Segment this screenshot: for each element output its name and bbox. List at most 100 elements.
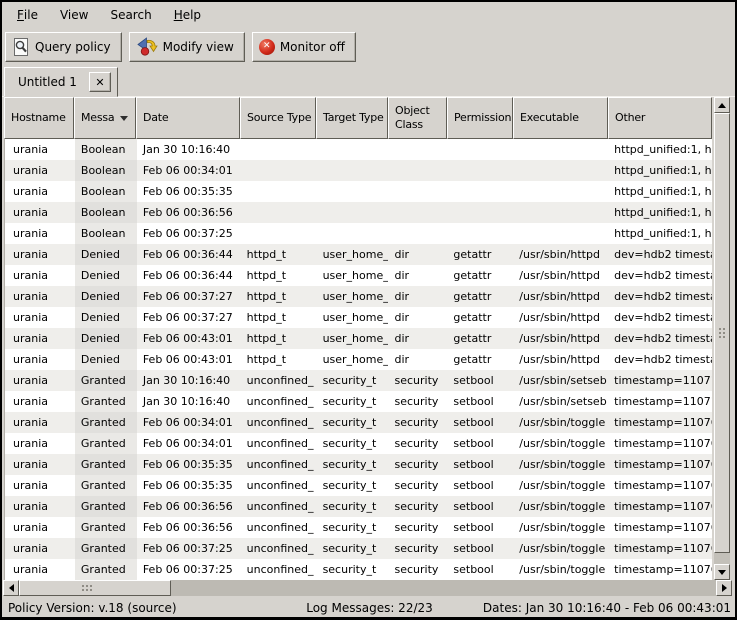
table-row[interactable]: uraniaGrantedFeb 06 00:34:01unconfined_s… <box>5 412 712 433</box>
menu-view[interactable]: View <box>49 2 99 28</box>
table-row[interactable]: uraniaGrantedFeb 06 00:36:56unconfined_s… <box>5 517 712 538</box>
menu-help[interactable]: Help <box>163 2 212 28</box>
table-row[interactable]: uraniaGrantedFeb 06 00:34:01unconfined_s… <box>5 433 712 454</box>
monitor-off-button[interactable]: ✕ Monitor off <box>252 32 356 62</box>
table-row[interactable]: uraniaBooleanFeb 06 00:34:01httpd_unifie… <box>5 160 712 181</box>
scroll-down-button[interactable] <box>714 564 730 580</box>
cell-message: Granted <box>75 538 137 559</box>
cell-target-type: security_t <box>317 412 389 433</box>
cell-date: Feb 06 00:34:01 <box>137 160 241 181</box>
column-header-hostname[interactable]: Hostname <box>4 97 74 139</box>
cell-source-type: unconfined_ <box>241 496 317 517</box>
cell-executable <box>513 202 608 223</box>
query-policy-button[interactable]: Query policy <box>5 32 122 62</box>
table-row[interactable]: uraniaGrantedJan 30 10:16:40unconfined_s… <box>5 370 712 391</box>
table-row[interactable]: uraniaDeniedFeb 06 00:37:27httpd_tuser_h… <box>5 286 712 307</box>
cell-target-type: security_t <box>317 538 389 559</box>
cell-permission: setbool <box>447 391 513 412</box>
cell-message: Denied <box>75 349 137 370</box>
cell-object-class: security <box>388 454 447 475</box>
cell-other: timestamp=11076 <box>608 559 712 580</box>
cell-object-class: dir <box>388 349 447 370</box>
column-header-target-type[interactable]: Target Type <box>316 97 388 139</box>
cell-object-class: security <box>388 412 447 433</box>
sort-descending-icon <box>120 116 128 121</box>
column-header-label: Target Type <box>323 111 385 125</box>
cell-message: Denied <box>75 328 137 349</box>
monitor-off-label: Monitor off <box>280 40 345 54</box>
cell-object-class <box>388 139 447 160</box>
table-row[interactable]: uraniaBooleanFeb 06 00:37:25httpd_unifie… <box>5 223 712 244</box>
tab-untitled-1[interactable]: Untitled 1 ✕ <box>4 67 118 97</box>
table-row[interactable]: uraniaGrantedFeb 06 00:35:35unconfined_s… <box>5 475 712 496</box>
column-header-source-type[interactable]: Source Type <box>240 97 316 139</box>
horizontal-scrollbar[interactable] <box>3 580 732 596</box>
table-row[interactable]: uraniaBooleanFeb 06 00:35:35httpd_unifie… <box>5 181 712 202</box>
cell-hostname: urania <box>5 244 75 265</box>
cell-message: Boolean <box>75 202 137 223</box>
column-header-other[interactable]: Other <box>608 97 712 139</box>
cell-permission: setbool <box>447 538 513 559</box>
cell-message: Granted <box>75 454 137 475</box>
table-row[interactable]: uraniaGrantedFeb 06 00:36:56unconfined_s… <box>5 496 712 517</box>
cell-other: httpd_unified:1, h <box>608 223 712 244</box>
cell-hostname: urania <box>5 265 75 286</box>
cell-source-type: unconfined_ <box>241 433 317 454</box>
scroll-left-button[interactable] <box>3 580 19 596</box>
vertical-scrollbar[interactable] <box>714 97 730 580</box>
cell-object-class: dir <box>388 328 447 349</box>
table-row[interactable]: uraniaDeniedFeb 06 00:36:44httpd_tuser_h… <box>5 265 712 286</box>
cell-object-class <box>388 181 447 202</box>
column-header-message[interactable]: Messa <box>74 97 136 139</box>
cell-hostname: urania <box>5 433 75 454</box>
cell-other: dev=hdb2 timesta <box>608 328 712 349</box>
cell-target-type <box>317 202 389 223</box>
cell-source-type: httpd_t <box>241 307 317 328</box>
menu-search[interactable]: Search <box>99 2 162 28</box>
column-header-date[interactable]: Date <box>136 97 240 139</box>
table-row[interactable]: uraniaDeniedFeb 06 00:43:01httpd_tuser_h… <box>5 349 712 370</box>
horizontal-scrollbar-thumb[interactable] <box>19 580 171 596</box>
cell-target-type <box>317 181 389 202</box>
cell-permission: setbool <box>447 370 513 391</box>
audit-log-window: FileViewSearchHelp Query policy Modify <box>0 0 737 620</box>
cell-object-class: dir <box>388 307 447 328</box>
table-row[interactable]: uraniaDeniedFeb 06 00:36:44httpd_tuser_h… <box>5 244 712 265</box>
cell-message: Denied <box>75 286 137 307</box>
cell-source-type <box>241 223 317 244</box>
cell-date: Feb 06 00:37:25 <box>137 559 241 580</box>
column-header-executable[interactable]: Executable <box>513 97 608 139</box>
cell-executable: /usr/sbin/httpd <box>513 307 608 328</box>
table-body: uraniaBooleanJan 30 10:16:40httpd_unifie… <box>4 139 712 580</box>
table-row[interactable]: uraniaGrantedFeb 06 00:35:35unconfined_s… <box>5 454 712 475</box>
vertical-scrollbar-thumb[interactable] <box>714 113 730 553</box>
table-row[interactable]: uraniaBooleanJan 30 10:16:40httpd_unifie… <box>5 139 712 160</box>
table-row[interactable]: uraniaGrantedFeb 06 00:37:25unconfined_s… <box>5 538 712 559</box>
cell-target-type: security_t <box>317 475 389 496</box>
cell-executable: /usr/sbin/toggle <box>513 559 608 580</box>
scroll-right-button[interactable] <box>716 580 732 596</box>
column-header-object-class[interactable]: Object Class <box>388 97 447 139</box>
column-header-label: Hostname <box>11 111 71 125</box>
cell-other: httpd_unified:1, h <box>608 160 712 181</box>
modify-view-button[interactable]: Modify view <box>129 32 245 62</box>
cell-object-class: security <box>388 433 447 454</box>
table-row[interactable]: uraniaGrantedJan 30 10:16:40unconfined_s… <box>5 391 712 412</box>
table-row[interactable]: uraniaDeniedFeb 06 00:43:01httpd_tuser_h… <box>5 328 712 349</box>
table-row[interactable]: uraniaBooleanFeb 06 00:36:56httpd_unifie… <box>5 202 712 223</box>
cell-executable: /usr/sbin/httpd <box>513 265 608 286</box>
cell-executable: /usr/sbin/httpd <box>513 349 608 370</box>
cell-source-type: httpd_t <box>241 349 317 370</box>
scroll-up-button[interactable] <box>714 97 730 113</box>
red-x-circle-icon: ✕ <box>259 39 275 55</box>
table-row[interactable]: uraniaDeniedFeb 06 00:37:27httpd_tuser_h… <box>5 307 712 328</box>
table-row[interactable]: uraniaGrantedFeb 06 00:37:25unconfined_s… <box>5 559 712 580</box>
cell-other: dev=hdb2 timesta <box>608 265 712 286</box>
cell-permission: getattr <box>447 286 513 307</box>
cell-message: Boolean <box>75 223 137 244</box>
tab-close-button[interactable]: ✕ <box>89 72 111 92</box>
menu-file[interactable]: File <box>6 2 49 28</box>
column-header-permission[interactable]: Permission <box>447 97 513 139</box>
cell-executable: /usr/sbin/toggle <box>513 496 608 517</box>
cell-executable: /usr/sbin/httpd <box>513 328 608 349</box>
